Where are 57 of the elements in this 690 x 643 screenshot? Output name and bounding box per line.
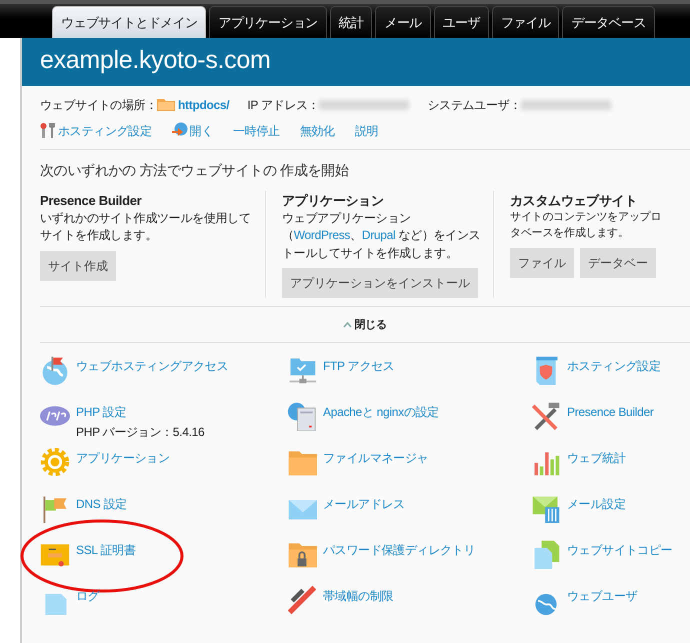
nav-tab[interactable]: ユーザ: [434, 6, 489, 38]
tool-link[interactable]: メール設定: [567, 494, 626, 513]
tool-link[interactable]: PHP 設定: [76, 402, 204, 421]
nav-tab[interactable]: データベース: [562, 6, 655, 38]
column-title: アプリケーション: [282, 192, 385, 210]
tool-link[interactable]: 帯域幅の制限: [323, 586, 394, 605]
nav-tab[interactable]: ウェブサイトとドメイン: [52, 6, 206, 38]
tool-link[interactable]: ログ: [76, 586, 100, 605]
tool-link[interactable]: DNS 設定: [76, 494, 127, 513]
section-heading: 次のいずれかの 方法でウェブサイトの 作成を開始: [40, 160, 350, 180]
inline-link[interactable]: Drupal: [362, 228, 396, 242]
column-title: Presence Builder: [40, 192, 142, 210]
column-description: ウェブアプリケーション（WordPress、Drupal など）をインストールしてサイトを作成します。: [282, 210, 481, 262]
tool-link[interactable]: SSL 証明書: [76, 540, 136, 559]
column-title: カスタムウェブサイト: [510, 192, 638, 210]
action-link[interactable]: 一時停止: [233, 124, 280, 138]
action-button[interactable]: アプリケーションをインストール: [282, 268, 478, 298]
nav-tab[interactable]: 統計: [330, 6, 372, 38]
tool-link[interactable]: ホスティング設定: [567, 356, 661, 375]
tool-link[interactable]: ウェブユーザ: [567, 586, 638, 605]
info-label: システムユーザ：: [427, 98, 521, 112]
action-button[interactable]: サイト作成: [40, 250, 116, 281]
action-button[interactable]: ファイル: [510, 248, 574, 278]
tool-link[interactable]: Apacheと nginxの設定: [323, 402, 439, 421]
tool-link[interactable]: パスワード保護ディレクトリ: [323, 540, 476, 559]
tool-link[interactable]: ウェブ統計: [567, 448, 626, 467]
tool-link[interactable]: ウェブホスティングアクセス: [76, 356, 228, 375]
column-description: サイトのコンテンツをアップロタベースを作成します。: [510, 210, 662, 241]
action-link[interactable]: 無効化: [300, 124, 335, 138]
inline-link[interactable]: WordPress: [294, 228, 350, 242]
info-label: ウェブサイトの場所：: [40, 98, 158, 112]
slash-icon: [287, 584, 317, 615]
action-link[interactable]: 説明: [354, 124, 378, 138]
folder-link[interactable]: httpdocs/: [178, 98, 230, 112]
info-label: IP アドレス：: [247, 98, 320, 112]
collapse-toggle[interactable]: 閉じる: [343, 319, 387, 332]
action-link[interactable]: 開く: [190, 124, 214, 138]
action-button[interactable]: データベー: [580, 248, 656, 278]
tool-link[interactable]: アプリケーション: [76, 448, 170, 467]
version-note: PHP バージョン：5.4.16: [76, 424, 204, 441]
action-link[interactable]: ホスティング設定: [58, 124, 152, 138]
nav-tab[interactable]: アプリケーション: [209, 6, 327, 38]
column-description: いずれかのサイト作成ツールを使用してサイトを作成します。: [40, 210, 252, 244]
tool-link[interactable]: FTP アクセス: [323, 356, 394, 375]
tool-link[interactable]: ファイルマネージャ: [323, 448, 428, 467]
tool-link[interactable]: ウェブサイトコピー: [567, 540, 672, 559]
tools-icon: [40, 122, 56, 138]
globe-flag-icon: [40, 354, 70, 385]
nav-tab[interactable]: メール: [375, 6, 431, 38]
domain-title: example.kyoto-s.com: [22, 38, 690, 86]
gear-icon: [40, 446, 70, 477]
folder-icon: [157, 96, 176, 110]
server-globe-icon: [287, 400, 317, 431]
pencil-hammer-icon: [531, 400, 561, 431]
nav-tab[interactable]: ファイル: [492, 6, 560, 38]
tool-link[interactable]: メールアドレス: [323, 494, 405, 513]
tool-link[interactable]: Presence Builder: [567, 402, 654, 421]
